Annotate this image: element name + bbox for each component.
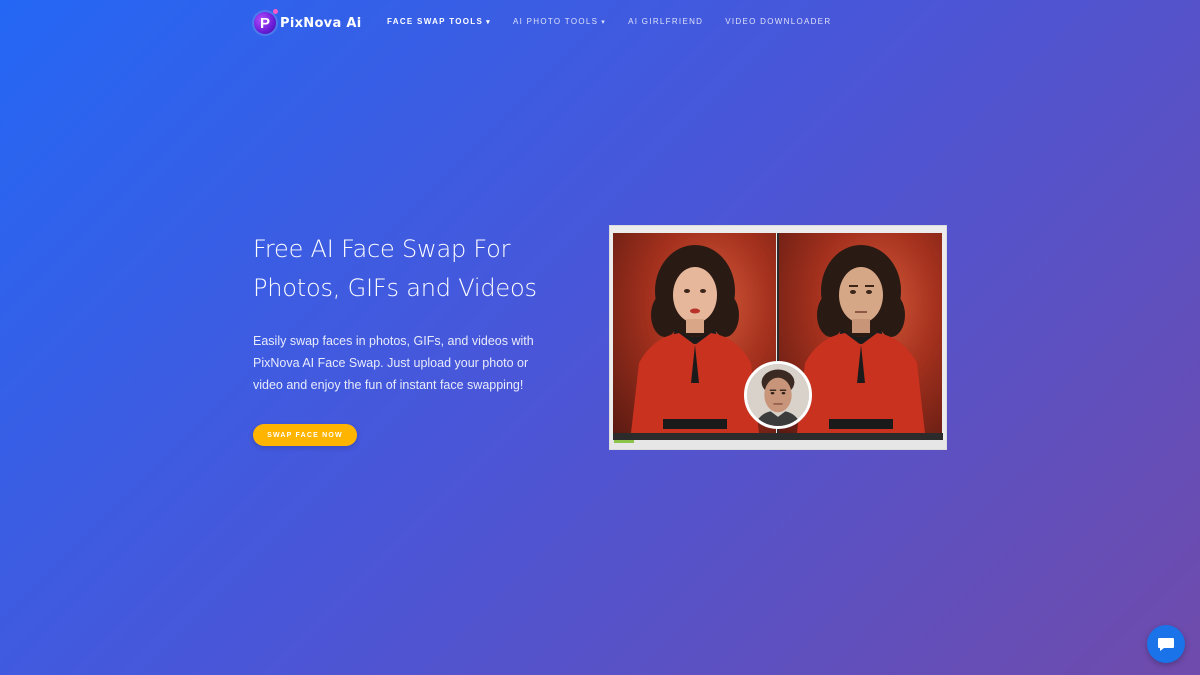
logo-dot [273, 9, 278, 14]
hero-title: Free AI Face Swap For Photos, GIFs and V… [253, 230, 583, 308]
logo-mark-icon: P [254, 9, 278, 34]
logo-text: PixNova Ai [280, 16, 361, 31]
chevron-down-icon: ▾ [601, 19, 607, 26]
source-face-thumbnail [744, 361, 812, 429]
nav-item-ai-photo-tools[interactable]: AI PHOTO TOOLS ▾ [513, 17, 606, 26]
nav-item-label: AI GIRLFRIEND [628, 17, 704, 26]
progress-indicator [614, 440, 634, 443]
brand-logo[interactable]: P PixNova Ai [254, 9, 361, 35]
main-menu: FACE SWAP TOOLS ▾ AI PHOTO TOOLS ▾ AI GIRL… [387, 17, 853, 26]
chevron-down-icon: ▾ [486, 19, 491, 26]
chat-widget-button[interactable] [1147, 625, 1185, 663]
nav-item-video-downloader[interactable]: VIDEO DOWNLOADER [725, 17, 831, 26]
nav-item-label: AI PHOTO TOOLS [512, 17, 599, 26]
photo-bottom-strip [613, 433, 943, 440]
hero-title-line-2: Photos, GIFs and Videos [253, 274, 537, 302]
man-face-image [747, 364, 809, 426]
face-swap-demo-image [609, 225, 947, 450]
hero-title-line-1: Free AI Face Swap For [253, 235, 511, 263]
hero-description: Easily swap faces in photos, GIFs, and v… [253, 334, 534, 392]
brand-name: PixNova [280, 15, 342, 31]
nav-item-label: FACE SWAP TOOLS [387, 17, 484, 26]
demo-bottom-bar [610, 440, 946, 449]
nav-item-label: VIDEO DOWNLOADER [725, 17, 832, 26]
swap-face-now-button[interactable]: SWAP FACE NOW [253, 424, 357, 446]
nav-item-face-swap-tools[interactable]: FACE SWAP TOOLS ▾ [387, 17, 491, 26]
chat-bubble-icon [1158, 638, 1174, 651]
top-navigation: P PixNova Ai FACE SWAP TOOLS ▾ AI PHOTO T… [0, 0, 1200, 46]
brand-suffix: Ai [346, 15, 362, 31]
nav-item-ai-girlfriend[interactable]: AI GIRLFRIEND [628, 17, 703, 26]
logo-letter: P [259, 14, 270, 32]
